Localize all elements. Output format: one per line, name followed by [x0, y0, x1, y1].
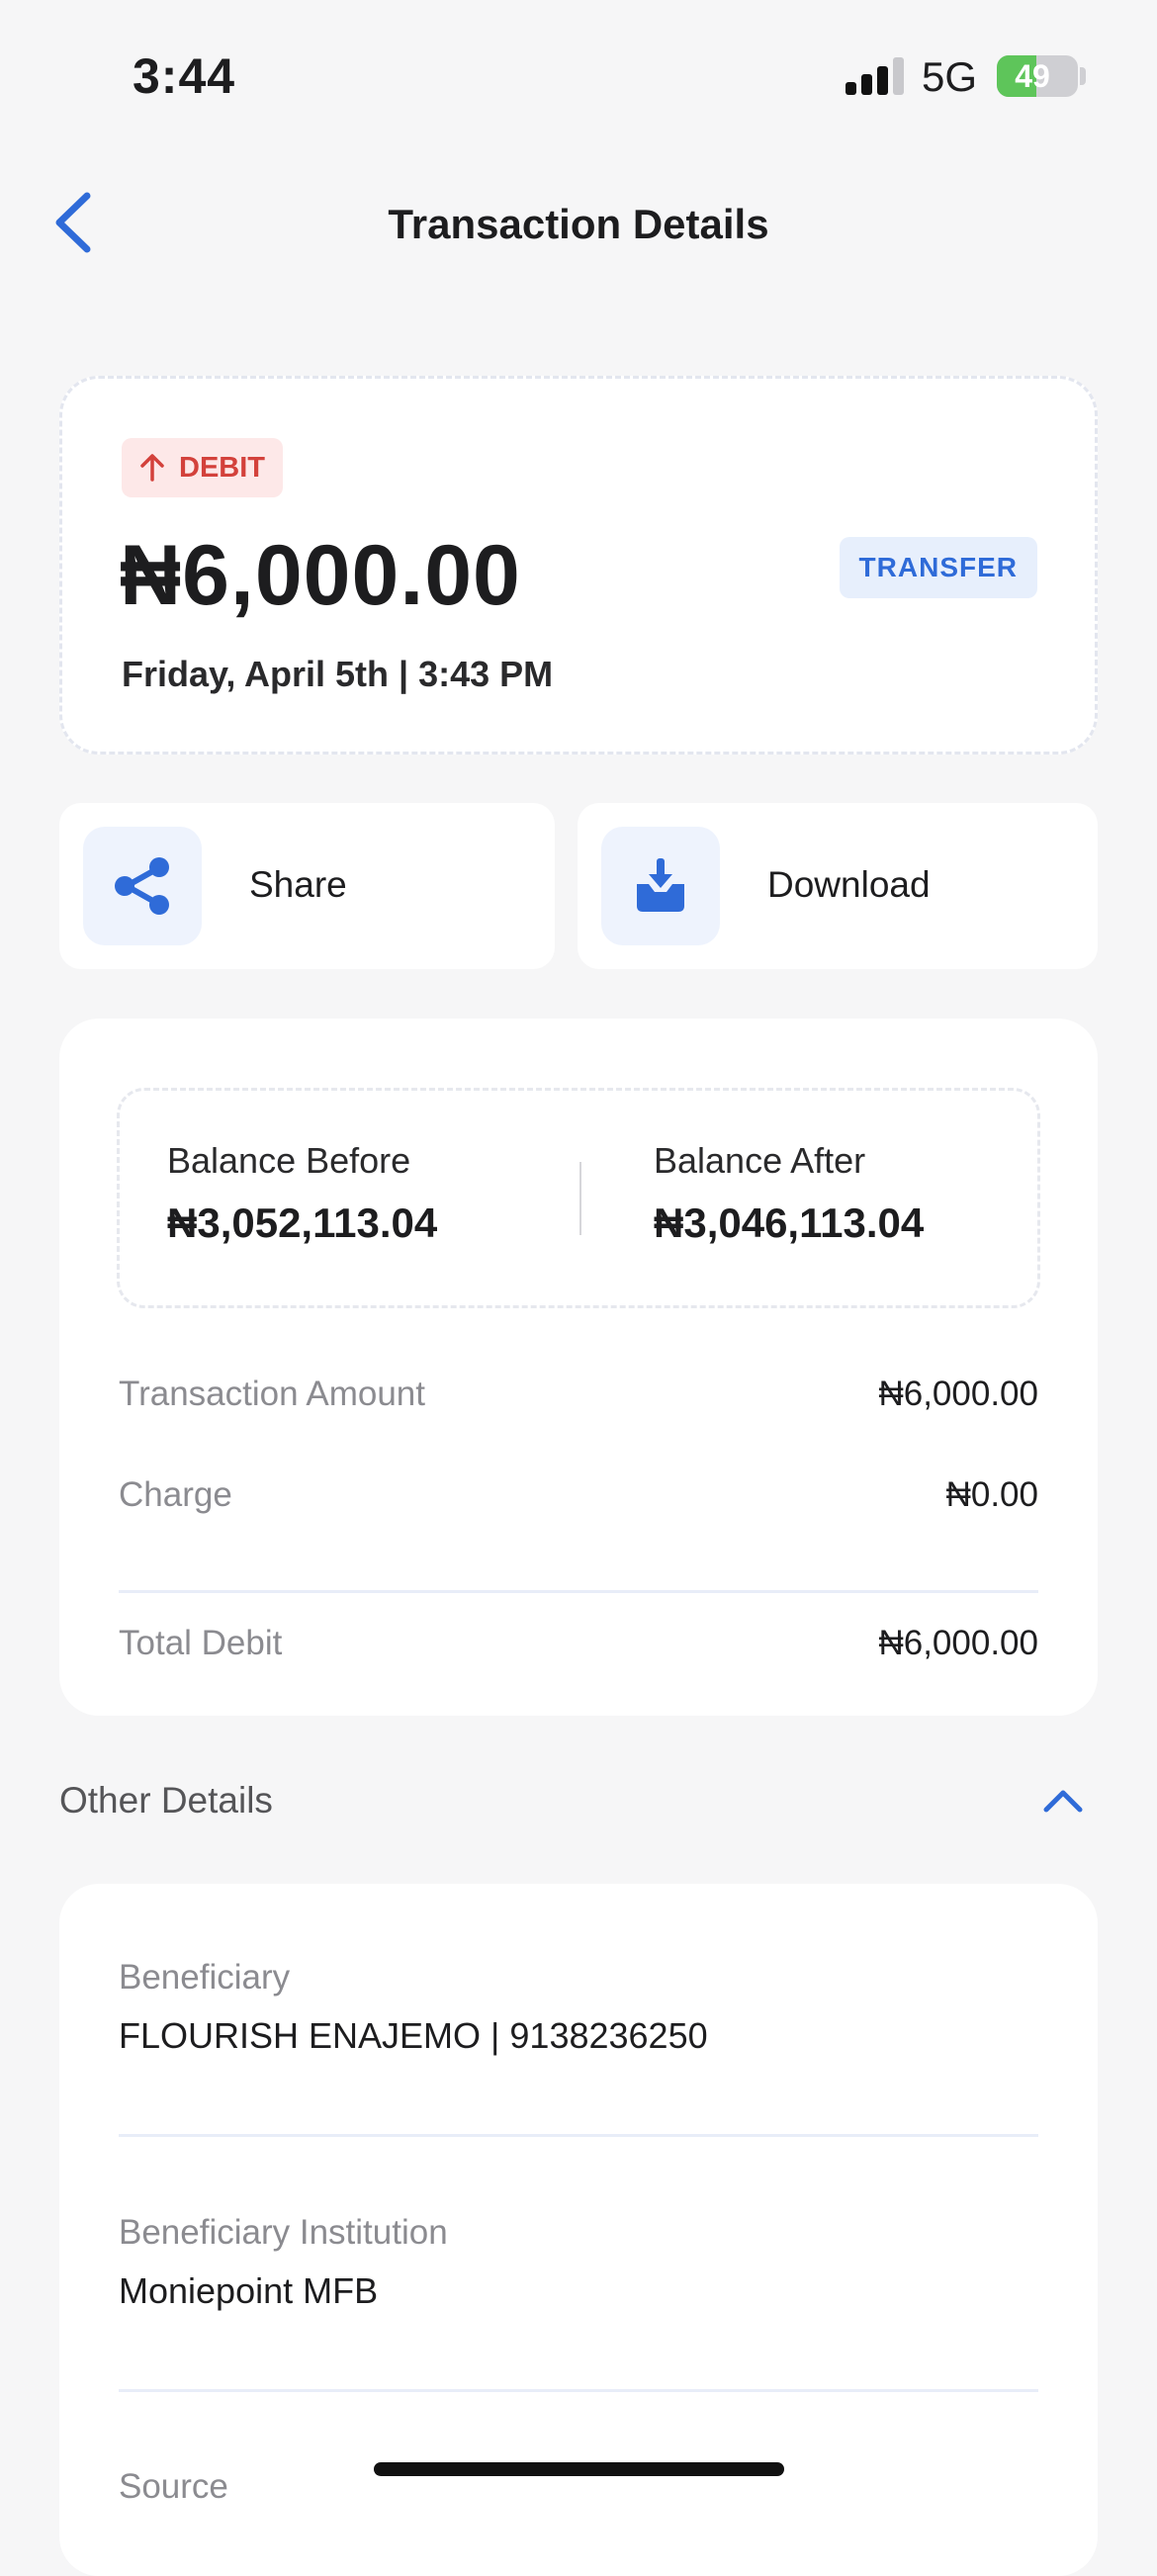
other-details-title: Other Details	[59, 1780, 273, 1821]
download-icon-box	[601, 827, 720, 945]
battery-percent: 49	[1015, 58, 1050, 94]
divider	[119, 2134, 1038, 2137]
home-indicator[interactable]	[374, 2462, 784, 2476]
divider	[119, 1590, 1038, 1593]
row-value: ₦6,000.00	[878, 1624, 1038, 1662]
row-label: Transaction Amount	[119, 1375, 425, 1413]
balance-divider	[579, 1162, 581, 1235]
balance-box: Balance Before ₦3,052,113.04 Balance Aft…	[117, 1088, 1040, 1308]
balance-after: Balance After ₦3,046,113.04	[654, 1140, 924, 1247]
download-icon	[637, 858, 684, 912]
status-bar: 3:44 5G 49	[0, 0, 1157, 148]
transaction-type-badge: TRANSFER	[839, 537, 1037, 598]
row-label: Charge	[119, 1475, 232, 1514]
row-value: ₦0.00	[945, 1475, 1038, 1514]
share-label: Share	[249, 864, 347, 905]
balance-before-label: Balance Before	[167, 1140, 411, 1181]
page-title: Transaction Details	[388, 201, 769, 247]
network-type: 5G	[922, 53, 978, 100]
status-time: 3:44	[133, 48, 236, 104]
other-details-toggle[interactable]	[1038, 1780, 1088, 1820]
transaction-amount-row: Transaction Amount ₦6,000.00	[119, 1375, 1038, 1414]
share-button[interactable]: Share	[59, 803, 555, 969]
chevron-up-icon	[1043, 1790, 1083, 1813]
balance-summary-card: Balance Before ₦3,052,113.04 Balance Aft…	[59, 1019, 1098, 1716]
detail-value: Moniepoint MFB	[119, 2270, 379, 2311]
transaction-amount: ₦6,000.00	[120, 528, 521, 623]
transaction-summary-card: DEBIT ₦6,000.00 TRANSFER Friday, April 5…	[59, 376, 1098, 755]
share-icon-box	[83, 827, 202, 945]
total-debit-row: Total Debit ₦6,000.00	[119, 1624, 1038, 1663]
battery-charging-icon: 49	[997, 55, 1078, 97]
cellular-signal-icon	[846, 57, 905, 95]
row-value: ₦6,000.00	[878, 1375, 1038, 1413]
charge-row: Charge ₦0.00	[119, 1475, 1038, 1515]
balance-before: Balance Before ₦3,052,113.04	[167, 1140, 437, 1247]
debit-badge-label: DEBIT	[179, 451, 265, 484]
beneficiary-institution-item: Beneficiary Institution Moniepoint MFB	[119, 2213, 1038, 2312]
share-icon	[115, 857, 169, 915]
download-label: Download	[767, 864, 931, 905]
detail-value: FLOURISH ENAJEMO | 9138236250	[119, 2015, 708, 2056]
download-button[interactable]: Download	[578, 803, 1098, 969]
balance-before-value: ₦3,052,113.04	[167, 1199, 438, 1246]
balance-after-value: ₦3,046,113.04	[654, 1199, 925, 1246]
balance-after-label: Balance After	[654, 1140, 866, 1181]
transaction-date: Friday, April 5th | 3:43 PM	[122, 654, 554, 694]
detail-label: Beneficiary	[119, 1958, 291, 1997]
battery-tip	[1080, 67, 1086, 85]
detail-label: Beneficiary Institution	[119, 2213, 448, 2252]
divider	[119, 2389, 1038, 2392]
arrow-up-icon	[140, 454, 164, 482]
beneficiary-item: Beneficiary FLOURISH ENAJEMO | 913823625…	[119, 1958, 1038, 2057]
row-label: Total Debit	[119, 1624, 283, 1662]
debit-badge: DEBIT	[122, 438, 283, 497]
